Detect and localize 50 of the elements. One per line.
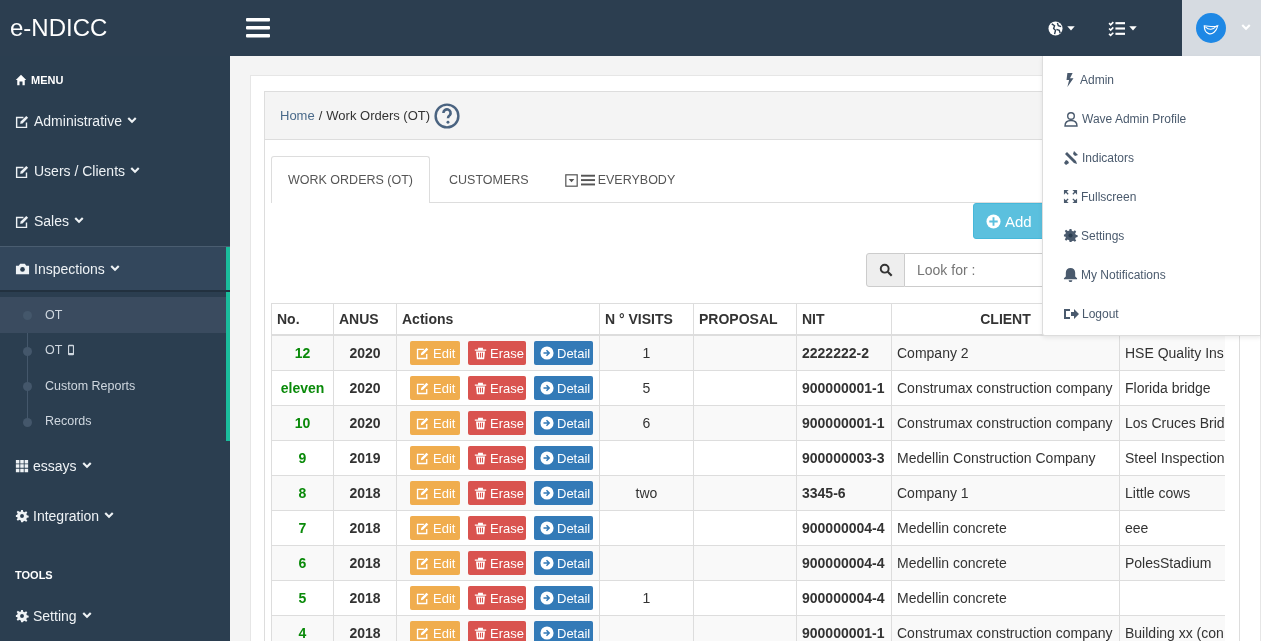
table-cell: 5	[271, 580, 334, 616]
table-cell: 3345-6	[796, 475, 892, 511]
table-cell: 2222222-2	[796, 335, 892, 371]
table-cell: 900000001-1	[796, 615, 892, 641]
breadcrumb-separator: /	[318, 108, 323, 123]
table-cell: Medellin concrete	[891, 545, 1120, 581]
table-cell: Company 2	[891, 335, 1120, 371]
table-cell: 2018	[333, 545, 397, 581]
table-cell: 2020	[333, 405, 397, 441]
table-cell: 900000003-3	[796, 440, 892, 476]
table-cell: 900000004-4	[796, 580, 892, 616]
table-cell: 5	[599, 370, 694, 406]
table-cell: 1	[599, 580, 694, 616]
table-cell: 2020	[333, 370, 397, 406]
sidebar-heading: MENU	[0, 56, 230, 96]
table-cell: 12	[271, 335, 334, 371]
table-cell: Construmax construction company	[891, 405, 1120, 441]
breadcrumb-current: Work Orders (OT)	[326, 108, 431, 123]
table-cell: 2018	[333, 580, 397, 616]
table-cell: 2019	[333, 440, 397, 476]
table-cell: 2020	[333, 335, 397, 371]
table-cell: 6	[599, 405, 694, 441]
table-cell: Little cows	[1119, 475, 1225, 511]
table-cell: 7	[271, 510, 334, 546]
table-cell: eleven	[271, 370, 334, 406]
table-cell: 6	[271, 545, 334, 581]
table-cell: 10	[271, 405, 334, 441]
table-cell: Medellin concrete	[891, 580, 1120, 616]
table-cell: 1	[599, 335, 694, 371]
table-cell: Medellin concrete	[891, 510, 1120, 546]
table-cell: 4	[271, 615, 334, 641]
table-cell: Company 1	[891, 475, 1120, 511]
sidebar-heading: TOOLS	[14, 568, 54, 583]
table-cell: 900000001-1	[796, 405, 892, 441]
table-cell: 900000004-4	[796, 545, 892, 581]
table-cell: 9	[271, 440, 334, 476]
table-cell: Building xx (con	[1119, 615, 1225, 641]
table-cell: Construmax construction company	[891, 370, 1120, 406]
table-cell: 900000004-4	[796, 510, 892, 546]
table-cell: Los Cruces Brid	[1119, 405, 1225, 441]
app-logo: e-NDICC	[9, 13, 109, 43]
table-cell: two	[599, 475, 694, 511]
table-cell: 900000001-1	[796, 370, 892, 406]
table-cell: 2018	[333, 510, 397, 546]
table-cell: Construmax construction company	[891, 615, 1120, 641]
table-cell: Medellin Construction Company	[891, 440, 1120, 476]
table-cell: 2018	[333, 475, 397, 511]
table-cell: HSE Quality Ins	[1119, 335, 1225, 371]
table-cell: PolesStadium	[1119, 545, 1225, 581]
table-cell: 8	[271, 475, 334, 511]
